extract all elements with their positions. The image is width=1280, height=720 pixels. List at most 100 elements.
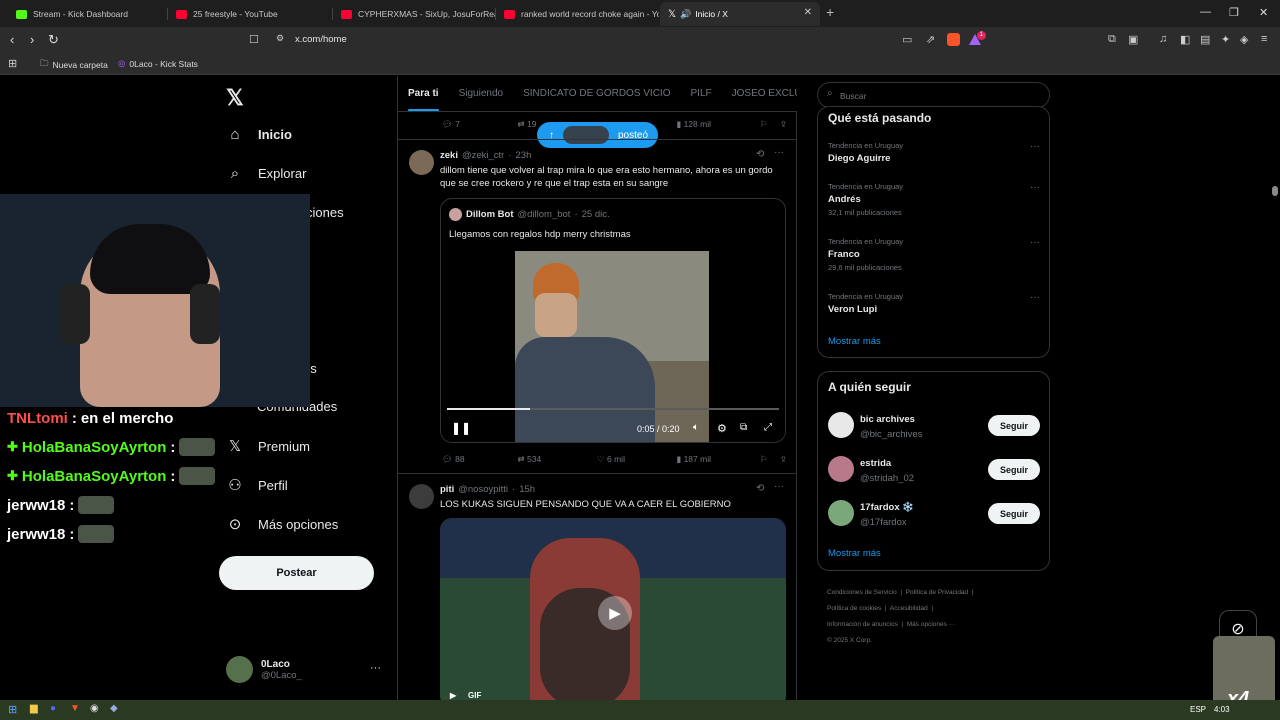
site-info-icon[interactable]: ⚙ <box>276 33 284 44</box>
tab-list-sindicato[interactable]: SINDICATO DE GORDOS VICIO <box>513 76 680 111</box>
trend-more-icon[interactable]: ··· <box>1030 141 1040 152</box>
follow-button[interactable]: Seguir <box>988 415 1040 436</box>
follow-suggestion[interactable]: estrida @stridah_02 Seguir <box>828 454 1050 484</box>
pause-icon[interactable]: ❚❚ <box>451 421 471 435</box>
account-switcher[interactable]: 0Laco @0Laco_ <box>226 656 302 683</box>
nav-home[interactable]: ⌂ Inicio <box>226 126 291 143</box>
x-logo-icon[interactable]: 𝕏 <box>226 85 244 111</box>
grok-icon[interactable]: ⟲ <box>756 483 764 494</box>
trend-more-icon[interactable]: ··· <box>1030 182 1040 193</box>
bookmark-icon[interactable]: ☐ <box>249 33 259 46</box>
settings-icon[interactable]: ⚙ <box>717 422 727 435</box>
apps-grid-icon[interactable]: ⊞ <box>8 57 17 70</box>
play-icon[interactable]: ▶ <box>598 596 632 630</box>
nav-profile[interactable]: ⚇ Perfil <box>226 476 287 494</box>
gif-play-icon[interactable]: ▶ <box>450 691 456 700</box>
follow-suggestion[interactable]: bic archives @bic_archives Seguir <box>828 410 1050 440</box>
discord-icon[interactable]: ● <box>50 703 56 714</box>
nav-notifications[interactable]: ciones <box>306 205 344 220</box>
tab-kick-dashboard[interactable]: Stream - Kick Dashboard <box>8 2 168 26</box>
share-icon[interactable]: ⇗ <box>926 33 935 46</box>
follow-button[interactable]: Seguir <box>988 459 1040 480</box>
follow-suggestion[interactable]: 17fardox ❄️ @17fardox Seguir <box>828 498 1050 528</box>
show-more-trends[interactable]: Mostrar más <box>828 336 881 347</box>
more-icon[interactable]: ··· <box>774 147 784 158</box>
app-icon[interactable]: ◆ <box>110 703 118 714</box>
back-icon[interactable]: ‹ <box>10 32 14 47</box>
restore-icon[interactable]: ❐ <box>1229 6 1239 19</box>
scrollbar-thumb[interactable] <box>1272 186 1278 196</box>
trend-more-icon[interactable]: ··· <box>1030 292 1040 303</box>
views-button[interactable]: ▮ 187 mil <box>677 454 760 465</box>
sidebar-icon[interactable]: ◧ <box>1180 33 1190 46</box>
explorer-icon[interactable]: ▆ <box>30 703 38 714</box>
tab-youtube-freestyle[interactable]: 25 freestyle - YouTube <box>168 2 333 26</box>
tab-following[interactable]: Siguiendo <box>449 76 513 111</box>
leo-icon[interactable]: ✦ <box>1221 33 1230 46</box>
views-button[interactable]: ▮ 128 mil <box>677 119 760 130</box>
tab-list-pilf[interactable]: PILF <box>681 76 722 111</box>
brave-shield-icon[interactable] <box>947 33 960 46</box>
music-icon[interactable]: ♫ <box>1159 33 1167 45</box>
tab-x-home[interactable]: 𝕏 🔊 Inicio / X ✕ <box>660 2 820 26</box>
bookmark-kick-stats[interactable]: ◎ 0Laco - Kick Stats <box>118 58 198 69</box>
tab-list-joseo[interactable]: JOSEO EXCLUSI <box>722 76 797 111</box>
url-text[interactable]: x.com/home <box>295 34 347 45</box>
tab-youtube-cypherxmas[interactable]: CYPHERXMAS - SixUp, JosuForReal, F <box>333 2 496 26</box>
trend-item[interactable]: Tendencia en Uruguay Veron Lupi ··· <box>828 292 1040 315</box>
obs-icon[interactable]: ◉ <box>90 703 99 714</box>
trend-item[interactable]: Tendencia en Uruguay Diego Aguirre ··· <box>828 141 1040 164</box>
quote-tweet[interactable]: Dillom Bot @dillom_bot · 25 dic. Llegamo… <box>440 198 786 443</box>
tab-for-you[interactable]: Para ti <box>398 76 449 111</box>
windows-start-icon[interactable]: ⊞ <box>8 703 17 716</box>
more-icon[interactable]: ··· <box>774 481 784 492</box>
bookmark-tweet-icon[interactable]: ⚐ <box>760 119 780 130</box>
search-input[interactable]: Buscar <box>840 91 866 101</box>
account-more-icon[interactable]: ··· <box>370 662 381 674</box>
bookmark-folder[interactable]: 🗀 Nueva carpeta <box>40 58 108 72</box>
reload-icon[interactable]: ↻ <box>48 32 59 48</box>
nav-premium[interactable]: 𝕏 Premium <box>226 437 310 455</box>
tweet[interactable]: piti @nosoypitti · 15h ⟲ ··· LOS KUKAS S… <box>398 473 797 700</box>
video-player[interactable]: ❚❚ 0:05 / 0:20 🔈︎ ⚙ ⧉ ⤢ <box>441 251 785 442</box>
vpn-icon[interactable]: ◈ <box>1240 33 1248 46</box>
share-tweet-icon[interactable]: ⇪ <box>780 454 787 465</box>
pip-icon[interactable]: ⧉ <box>740 422 747 433</box>
like-button[interactable]: ♡ 6 mil <box>597 454 677 465</box>
address-bar[interactable] <box>244 30 992 50</box>
reply-button[interactable]: 💬︎ 88 <box>442 454 518 465</box>
search-box[interactable]: ⌕ Buscar <box>817 82 1050 108</box>
tweet-gif[interactable]: ▶ ▶ GIF <box>440 518 786 700</box>
bookmark-tweet-icon[interactable]: ⚐ <box>760 454 780 465</box>
tweet[interactable]: zeki @zeki_ctr · 23h ⟲ ··· dillom tiene … <box>398 139 797 473</box>
nav-explore[interactable]: ⌕ Explorar <box>226 165 307 182</box>
wallet-icon[interactable]: ▤ <box>1200 33 1210 46</box>
extensions-icon[interactable]: ⧉ <box>1108 33 1116 46</box>
minimize-icon[interactable]: — <box>1200 6 1211 18</box>
video-progress-track[interactable] <box>447 408 779 410</box>
follow-button[interactable]: Seguir <box>988 503 1040 524</box>
share-tweet-icon[interactable]: ⇪ <box>780 119 787 130</box>
trend-item[interactable]: Tendencia en Uruguay Franco 29,6 mil pub… <box>828 237 1040 272</box>
post-button[interactable]: Postear <box>219 556 374 590</box>
reply-button[interactable]: 💬︎ 7 <box>442 119 518 130</box>
language-indicator[interactable]: ESP <box>1190 705 1206 714</box>
brave-icon[interactable]: ▼ <box>70 703 80 714</box>
volume-icon[interactable]: 🔈︎ <box>693 422 699 433</box>
fullscreen-icon[interactable]: ⤢ <box>764 422 772 433</box>
close-tab-icon[interactable]: ✕ <box>804 7 812 18</box>
menu-icon[interactable]: ≡ <box>1261 33 1267 45</box>
retweet-button[interactable]: ⇄ 534 <box>518 454 598 465</box>
show-more-follow[interactable]: Mostrar más <box>828 548 881 559</box>
grok-icon[interactable]: ⟲ <box>756 149 764 160</box>
clock[interactable]: 4:03 <box>1214 705 1230 714</box>
trend-more-icon[interactable]: ··· <box>1030 237 1040 248</box>
nav-more[interactable]: ⊙ Más opciones <box>226 515 339 533</box>
tab-youtube-ranked[interactable]: ranked world record choke again - Yo <box>496 2 659 26</box>
close-window-icon[interactable]: ✕ <box>1259 6 1268 19</box>
new-tab-button[interactable]: + <box>826 4 834 20</box>
forward-icon[interactable]: › <box>30 32 34 47</box>
screen-icon[interactable]: ▭ <box>902 33 912 46</box>
screenshot-icon[interactable]: ▣ <box>1128 33 1138 46</box>
trend-item[interactable]: Tendencia en Uruguay Andrés 32,1 mil pub… <box>828 182 1040 217</box>
